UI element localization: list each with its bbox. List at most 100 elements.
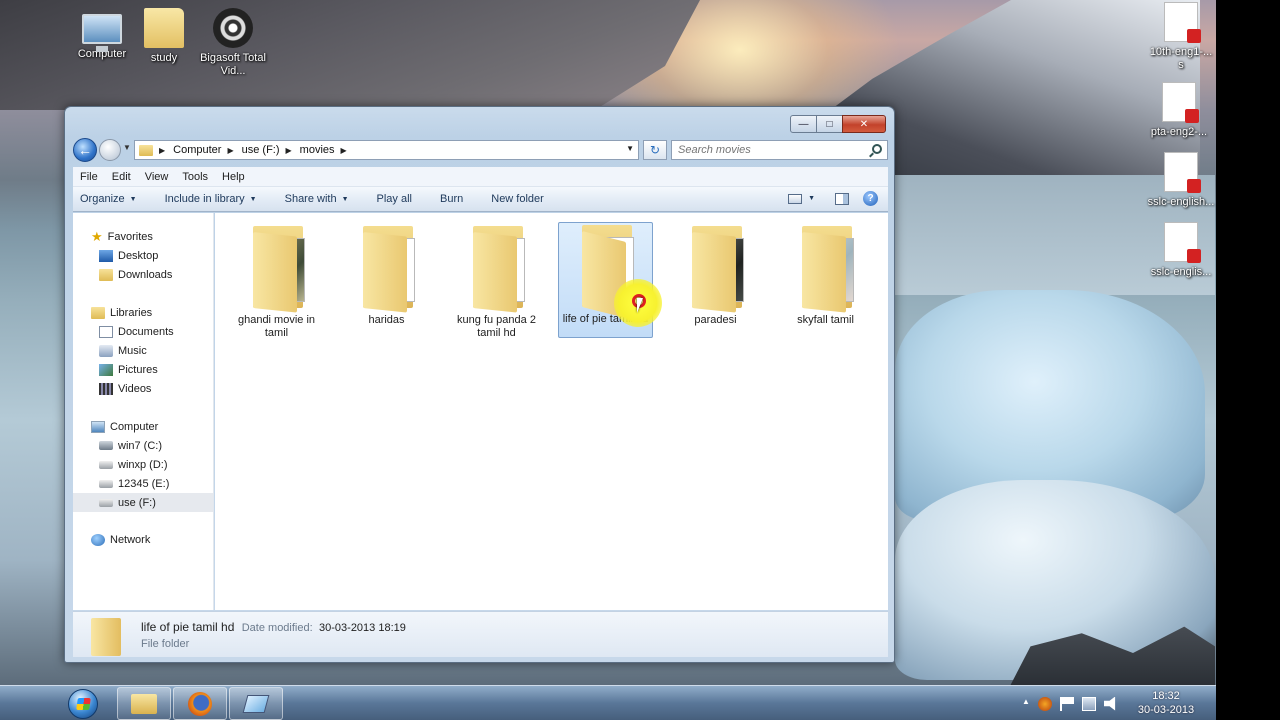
play-all-button[interactable]: Play all	[377, 193, 412, 205]
address-dropdown-arrow[interactable]: ▼	[626, 144, 634, 153]
search-box[interactable]	[671, 140, 888, 160]
close-button[interactable]: ✕	[842, 115, 886, 133]
breadcrumb-movies[interactable]: movies ▶	[300, 144, 355, 156]
search-icon[interactable]	[872, 144, 882, 154]
explorer-icon	[131, 693, 157, 714]
search-input[interactable]	[672, 141, 862, 159]
nav-label: winxp (D:)	[118, 458, 168, 471]
menu-bar: File Edit View Tools Help	[73, 167, 888, 187]
include-in-library-button[interactable]: Include in library ▼	[165, 193, 257, 205]
refresh-button[interactable]: ↻	[643, 140, 667, 160]
desktop-icon-label: sslc-english...	[1147, 196, 1215, 208]
volume-icon[interactable]	[1103, 696, 1116, 711]
clock-date: 30-03-2013	[1137, 704, 1195, 716]
taskbar-explorer[interactable]	[117, 687, 171, 720]
maximize-button[interactable]: □	[816, 115, 843, 133]
taskbar-firefox[interactable]	[173, 687, 227, 720]
firefox-tray-icon[interactable]	[1037, 696, 1052, 711]
downloads-folder-icon	[99, 268, 113, 281]
menu-file[interactable]: File	[80, 171, 98, 183]
forward-button[interactable]	[99, 139, 121, 161]
chevron-down-icon: ▼	[341, 195, 349, 203]
folder-name: kung fu panda 2 tamil hd	[457, 314, 536, 339]
details-name: life of pie tamil hd	[141, 620, 235, 634]
folder-item-skyfall-tamil[interactable]: skyfall tamil	[778, 223, 873, 339]
nav-label: Desktop	[118, 249, 159, 262]
folder-name: ghandi movie in tamil	[237, 314, 316, 339]
folder-item-paradesi[interactable]: paradesi	[668, 223, 763, 339]
folder-item-haridas[interactable]: haridas	[339, 223, 434, 339]
breadcrumb-drive[interactable]: use (F:) ▶	[242, 144, 300, 156]
minimize-button[interactable]: —	[790, 115, 817, 133]
back-button[interactable]: ←	[73, 138, 97, 162]
folder-item-kung-fu-panda-2[interactable]: kung fu panda 2 tamil hd	[449, 223, 544, 339]
pdf-file-icon	[1162, 82, 1199, 123]
taskbar-app[interactable]	[229, 687, 283, 720]
network-tray-icon[interactable]	[1081, 696, 1096, 711]
application-icon	[242, 694, 270, 713]
explorer-window: — □ ✕ ← ▼ ▶ Computer ▶ use (F:) ▶ movies ▶ …	[64, 106, 895, 663]
action-center-flag-icon[interactable]	[1059, 696, 1074, 711]
start-button[interactable]	[68, 689, 98, 719]
menu-edit[interactable]: Edit	[112, 171, 131, 183]
new-folder-button[interactable]: New folder	[491, 193, 544, 205]
breadcrumb-computer[interactable]: Computer ▶	[173, 144, 241, 156]
star-icon: ★	[91, 228, 103, 244]
clock[interactable]: 18:32 30-03-2013	[1130, 689, 1202, 717]
nav-label: Libraries	[110, 306, 153, 319]
nav-favorites[interactable]: ★ Favorites	[91, 227, 231, 246]
breadcrumb-root-arrow[interactable]: ▶	[159, 146, 173, 155]
breadcrumb-label: use (F:)	[241, 144, 280, 156]
nav-computer[interactable]: Computer	[91, 417, 231, 436]
preview-pane-icon[interactable]	[835, 192, 849, 205]
address-bar[interactable]: ▶ Computer ▶ use (F:) ▶ movies ▶ ▼	[134, 140, 639, 160]
details-title: life of pie tamil hd Date modified: 30-0…	[141, 620, 406, 634]
view-options-dropdown[interactable]: ▼	[808, 195, 815, 202]
details-modified-label: Date modified:	[241, 622, 313, 634]
desktop-icon-label: pta-eng2-...	[1150, 126, 1208, 138]
nav-label: Pictures	[118, 363, 158, 376]
share-with-button[interactable]: Share with ▼	[285, 193, 349, 205]
nav-label: win7 (C:)	[118, 439, 163, 452]
nav-network[interactable]: Network	[91, 530, 231, 549]
command-label: Include in library	[164, 193, 245, 205]
details-pane: life of pie tamil hd Date modified: 30-0…	[73, 611, 888, 657]
details-type: File folder	[141, 638, 190, 650]
menu-view[interactable]: View	[145, 171, 169, 183]
help-icon[interactable]: ?	[863, 191, 878, 206]
desktop-icon-bigasoft[interactable]: Bigasoft Total Vid...	[198, 8, 268, 78]
desktop-icon-pdf-4[interactable]: sslc-englis...	[1146, 222, 1216, 279]
command-label: Share with	[284, 193, 337, 205]
nav-label: Documents	[118, 325, 174, 338]
desktop-icon-study[interactable]: study	[129, 8, 199, 65]
nav-libraries[interactable]: Libraries	[91, 303, 231, 322]
command-bar-right: ▼ ?	[788, 191, 878, 206]
folder-icon	[139, 144, 153, 156]
burn-button[interactable]: Burn	[440, 193, 463, 205]
computer-icon	[82, 14, 122, 52]
desktop-icon-pdf-2[interactable]: pta-eng2-...	[1144, 82, 1214, 139]
change-view-icon[interactable]	[788, 193, 803, 204]
folder-icon	[684, 226, 748, 313]
menu-help[interactable]: Help	[222, 171, 245, 183]
folder-icon	[355, 226, 419, 313]
nav-drive-f[interactable]: use (F:)	[73, 493, 213, 512]
show-hidden-icons-icon[interactable]: ▲	[1022, 697, 1030, 711]
pdf-file-icon	[1164, 2, 1201, 43]
organize-button[interactable]: Organize ▼	[80, 193, 137, 205]
pdf-file-icon	[1164, 222, 1201, 263]
firefox-icon	[188, 691, 212, 716]
desktop-icon-computer[interactable]: Computer	[67, 8, 137, 61]
recent-pages-dropdown[interactable]: ▼	[123, 143, 131, 152]
desktop-icon	[99, 249, 113, 262]
caption-buttons: — □ ✕	[790, 115, 886, 133]
desktop-icon-pdf-1[interactable]: 10th-eng1-... s	[1146, 2, 1216, 72]
chevron-down-icon: ▼	[129, 195, 137, 203]
film-reel-icon	[213, 8, 253, 48]
folder-item-ghandi-movie-in-tamil[interactable]: ghandi movie in tamil	[229, 223, 324, 339]
desktop-icon-label: 10th-eng1-... s	[1149, 46, 1213, 71]
desktop-icon-label: Bigasoft Total Vid...	[200, 52, 266, 77]
folder-icon	[144, 8, 184, 48]
menu-tools[interactable]: Tools	[182, 171, 208, 183]
desktop-icon-pdf-3[interactable]: sslc-english...	[1146, 152, 1216, 209]
